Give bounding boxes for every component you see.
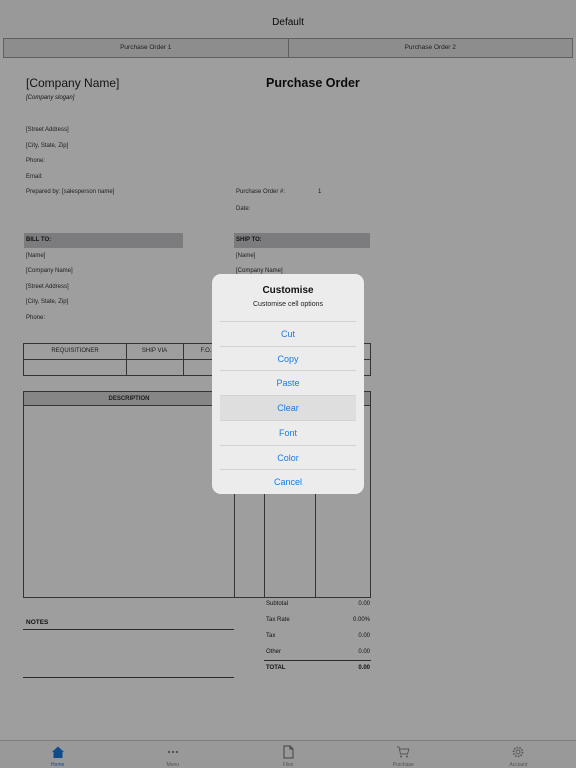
paste-button[interactable]: Paste	[220, 370, 356, 395]
cancel-button[interactable]: Cancel	[220, 469, 356, 494]
dialog-title: Customise	[262, 285, 314, 296]
dialog-message: Customise cell options	[252, 301, 324, 308]
copy-button[interactable]: Copy	[220, 345, 356, 371]
clear-button[interactable]: Clear	[220, 395, 356, 420]
color-button[interactable]: Color	[220, 444, 356, 470]
customise-dialog: Customise Customise cell options Cut Cop…	[212, 274, 364, 494]
cut-button[interactable]: Cut	[220, 321, 356, 346]
font-button[interactable]: Font	[220, 419, 356, 445]
